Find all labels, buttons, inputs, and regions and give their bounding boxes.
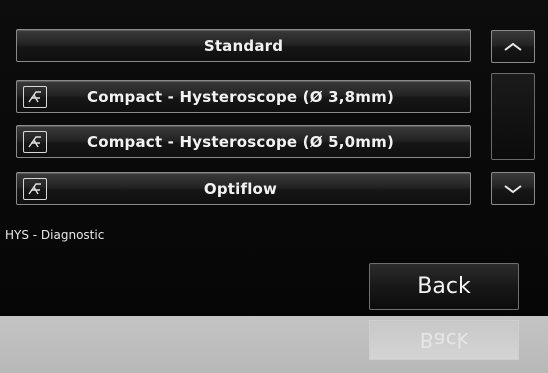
menu-item-label: Optiflow [203, 179, 278, 198]
back-button[interactable]: Back [369, 263, 519, 310]
hysteroscope-icon [23, 130, 47, 153]
back-button-label: Back [417, 274, 471, 299]
hysteroscope-icon [23, 85, 47, 108]
back-button-reflection-label: Back [419, 328, 469, 352]
menu-item-label: Compact - Hysteroscope (Ø 3,8mm) [86, 87, 394, 106]
chevron-down-icon [503, 179, 523, 198]
menu-item-standard[interactable]: Standard [16, 29, 471, 62]
back-button-reflection: Back [369, 320, 519, 360]
scrollbar-track[interactable] [491, 73, 535, 160]
scroll-down-button[interactable] [491, 172, 535, 205]
chevron-up-icon [503, 37, 523, 56]
menu-item-optiflow[interactable]: Optiflow [16, 172, 471, 205]
hysteroscope-icon [23, 177, 47, 200]
screen-reflection: Back [0, 316, 548, 373]
menu-item-label: Compact - Hysteroscope (Ø 5,0mm) [86, 132, 394, 151]
menu-item-compact-hysteroscope-5-0[interactable]: Compact - Hysteroscope (Ø 5,0mm) [16, 125, 471, 158]
screen: Standard Compact - Hysteroscope (Ø 3,8mm… [0, 0, 548, 316]
context-label: HYS - Diagnostic [5, 228, 105, 242]
menu-item-compact-hysteroscope-3-8[interactable]: Compact - Hysteroscope (Ø 3,8mm) [16, 80, 471, 113]
scroll-up-button[interactable] [491, 30, 535, 63]
menu-item-label: Standard [203, 36, 284, 55]
